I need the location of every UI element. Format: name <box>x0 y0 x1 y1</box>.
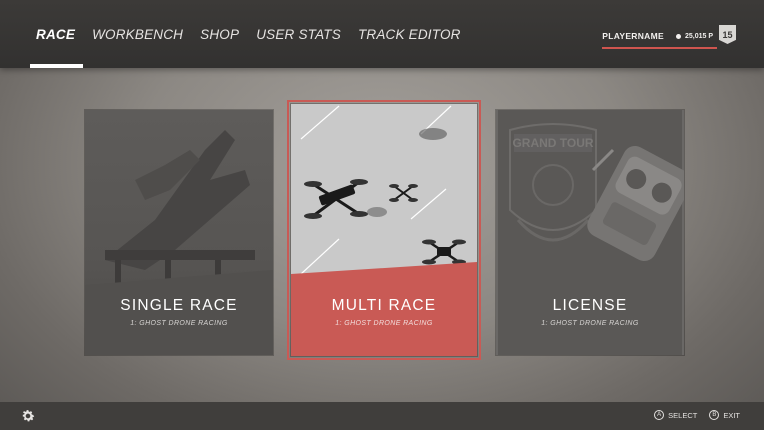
card-single-race[interactable]: SINGLE RACE 1: GHOST DRONE RACING <box>85 110 273 355</box>
a-button-icon: A <box>654 410 665 420</box>
player-name-label: PLAYERNAME <box>602 31 664 41</box>
top-bar: RACE WORKBENCH SHOP USER STATS TRACK EDI… <box>0 0 764 68</box>
bottom-bar: A SELECT B EXIT <box>0 402 764 430</box>
single-race-artwork <box>85 110 273 355</box>
coin-icon <box>675 33 681 39</box>
controller-hints: A SELECT B EXIT <box>642 410 740 420</box>
card-title: LICENSE <box>552 297 628 314</box>
tab-shop[interactable]: SHOP <box>200 0 239 68</box>
emblem-text: GRAND TOUR <box>512 136 593 150</box>
player-info: PLAYERNAME 25,015 P 15 <box>602 25 736 49</box>
main-nav: RACE WORKBENCH SHOP USER STATS TRACK EDI… <box>29 0 478 68</box>
tab-user-stats[interactable]: USER STATS <box>256 0 341 68</box>
select-hint[interactable]: A SELECT <box>654 410 697 420</box>
card-subtitle: 1: GHOST DRONE RACING <box>541 320 639 327</box>
level-badge: 15 <box>719 25 736 44</box>
player-xp-bar <box>602 47 718 49</box>
tab-race[interactable]: RACE <box>29 0 84 68</box>
tab-workbench[interactable]: WORKBENCH <box>92 0 183 68</box>
license-artwork: GRAND TOUR <box>498 110 684 355</box>
exit-hint[interactable]: B EXIT <box>709 410 740 420</box>
player-name: PLAYERNAME <box>602 31 718 49</box>
exit-label: EXIT <box>723 410 740 420</box>
currency-display: 25,015 P <box>675 32 713 45</box>
selection-frame <box>287 100 481 360</box>
tab-track-editor[interactable]: TRACK EDITOR <box>358 0 461 68</box>
b-button-icon: B <box>709 410 720 420</box>
currency-amount: 25,015 P <box>684 32 713 40</box>
select-label: SELECT <box>668 410 698 420</box>
card-license[interactable]: GRAND TOUR LICENSE 1: GHOST DRONE RACING <box>496 110 684 355</box>
gear-icon[interactable] <box>20 408 36 424</box>
card-subtitle: 1: GHOST DRONE RACING <box>130 320 228 327</box>
card-title: SINGLE RACE <box>120 297 238 314</box>
